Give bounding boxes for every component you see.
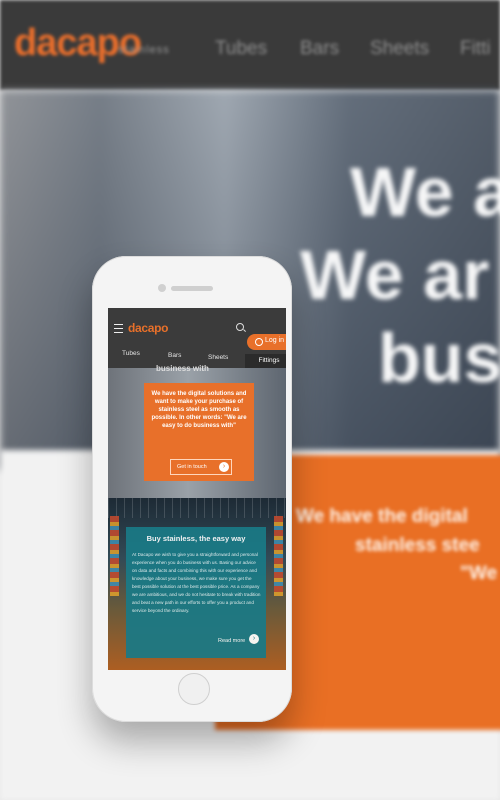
login-label: Log in	[265, 337, 285, 344]
section-body: At Dacapo we wish to give you a straight…	[132, 552, 261, 613]
phone-camera	[158, 284, 166, 292]
nav-sheets[interactable]: Sheets	[208, 354, 228, 361]
bg-nav-bars: Bars	[300, 38, 340, 59]
hamburger-menu-icon[interactable]	[114, 324, 123, 333]
bg-hero-line-2: We ar	[300, 236, 490, 314]
get-in-touch-button[interactable]: Get in touch ›	[170, 459, 232, 475]
bg-nav-sheets: Sheets	[370, 38, 430, 59]
warehouse-shelf-left	[110, 516, 119, 596]
bg-orange-line-2: stainless stee	[355, 535, 480, 556]
nav-tubes[interactable]: Tubes	[122, 350, 140, 357]
bg-nav-fittings: Fitti	[460, 38, 491, 59]
phone-screen: dacapo Log in Tubes Bars Sheets Fittings…	[108, 308, 286, 670]
login-button[interactable]: Log in	[247, 334, 286, 350]
warehouse-ceiling	[108, 498, 286, 518]
hero-card-text: We have the digital solutions and want t…	[151, 391, 247, 429]
hero-partial-title: business with	[156, 364, 209, 373]
search-icon[interactable]	[236, 323, 244, 331]
bg-hero-line-3: bus	[378, 319, 500, 397]
mobile-header: dacapo Log in Tubes Bars Sheets Fittings	[108, 308, 286, 368]
bg-orange-line-1: We have the digital	[296, 506, 468, 527]
hero-orange-card: We have the digital solutions and want t…	[144, 383, 254, 481]
arrow-right-icon[interactable]: ›	[249, 634, 259, 644]
bg-orange-line-3: "We	[460, 563, 498, 584]
nav-fittings[interactable]: Fittings	[245, 354, 286, 368]
arrow-right-icon: ›	[219, 462, 229, 472]
bg-hero-line-1: We a	[350, 153, 500, 231]
phone-home-button	[178, 673, 210, 705]
bg-nav-tubes: Tubes	[215, 38, 268, 59]
read-more-link[interactable]: Read more	[218, 638, 245, 644]
buy-stainless-card: Buy stainless, the easy way At Dacapo we…	[126, 527, 266, 658]
mobile-logo[interactable]: dacapo	[128, 321, 169, 335]
phone-mockup: dacapo Log in Tubes Bars Sheets Fittings…	[92, 256, 292, 722]
warehouse-shelf-right	[274, 516, 283, 596]
bg-tagline: stainless	[118, 44, 170, 56]
nav-bars[interactable]: Bars	[168, 352, 181, 359]
get-in-touch-label: Get in touch	[177, 464, 207, 470]
user-icon	[255, 338, 263, 346]
section-title: Buy stainless, the easy way	[146, 534, 246, 543]
bg-header: dacapo stainless Tubes Bars Sheets Fitti	[0, 0, 500, 90]
phone-speaker	[171, 286, 213, 291]
